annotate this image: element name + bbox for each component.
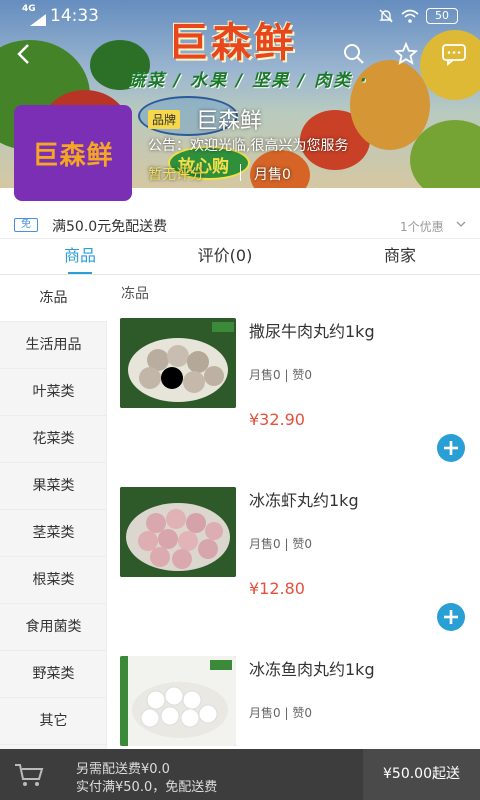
sidebar-item-stem-veg[interactable]: 茎菜类 xyxy=(0,510,107,557)
product-image xyxy=(120,318,236,408)
product-sales: 月售0 xyxy=(249,368,281,382)
category-sidebar: 冻品 生活用品 叶菜类 花菜类 果菜类 茎菜类 根菜类 食用菌类 野菜类 其它 xyxy=(0,275,107,749)
back-button[interactable] xyxy=(8,38,40,70)
tab-bar: 商品 评价(0) 商家 xyxy=(0,238,480,275)
cart-bar: 另需配送费¥0.0 实付满¥50.0，免配送费 ¥50.00起送 xyxy=(0,749,480,800)
product-item[interactable]: 冰冻鱼肉丸约1kg 月售0 | 赞0 xyxy=(107,656,480,749)
tab-reviews[interactable]: 评价(0) xyxy=(160,239,290,275)
sidebar-item-wild-veg[interactable]: 野菜类 xyxy=(0,651,107,698)
store-monthly-sales: 月售0 xyxy=(254,167,291,183)
product-sales: 月售0 xyxy=(249,537,281,551)
tab-products[interactable]: 商品 xyxy=(0,239,160,275)
product-sales: 月售0 xyxy=(249,706,281,720)
sidebar-item-mushrooms[interactable]: 食用菌类 xyxy=(0,604,107,651)
shrimp-ball-image xyxy=(120,487,236,577)
free-delivery-text: 实付满¥50.0，免配送费 xyxy=(76,780,218,795)
back-arrow-icon xyxy=(17,44,29,64)
message-button[interactable] xyxy=(438,38,470,70)
message-icon xyxy=(442,44,466,66)
product-name: 冰冻鱼肉丸约1kg xyxy=(249,660,375,679)
promo-text: 满50.0元免配送费 xyxy=(52,219,168,235)
chevron-down-icon xyxy=(456,221,466,227)
sidebar-item-flower-veg[interactable]: 花菜类 xyxy=(0,416,107,463)
sidebar-item-others[interactable]: 其它 xyxy=(0,698,107,745)
fish-ball-image xyxy=(120,656,236,746)
product-meta: 月售0 | 赞0 xyxy=(249,368,312,382)
product-price: ¥32.90 xyxy=(249,410,305,429)
product-likes: 赞0 xyxy=(292,537,312,551)
star-icon xyxy=(394,42,418,65)
store-logo-text: 巨森鲜 xyxy=(32,140,114,171)
product-name: 冰冻虾丸约1kg xyxy=(249,491,359,510)
product-likes: 赞0 xyxy=(292,368,312,382)
banner-tags: 蔬菜 / 水果 / 坚果 / 肉类 · xyxy=(128,71,369,91)
network-indicator: 4G xyxy=(22,4,36,14)
divider xyxy=(240,164,241,181)
product-image xyxy=(120,487,236,577)
product-list: 冻品 撒尿牛肉丸约1kg 月售0 | 赞0 ¥32.90 冰冻虾丸约1kg 月售… xyxy=(107,275,480,749)
store-logo: 巨森鲜 xyxy=(14,105,132,201)
checkout-button[interactable]: ¥50.00起送 xyxy=(363,749,480,800)
product-likes: 赞0 xyxy=(292,706,312,720)
tab-merchant[interactable]: 商家 xyxy=(320,239,480,275)
signal-icon xyxy=(30,14,46,26)
wifi-icon xyxy=(401,9,419,23)
sidebar-item-leafy-veg[interactable]: 叶菜类 xyxy=(0,369,107,416)
favorite-button[interactable] xyxy=(390,38,422,70)
store-name: 巨森鲜 xyxy=(196,109,263,134)
product-meta: 月售0 | 赞0 xyxy=(249,706,312,720)
store-notice: 公告：欢迎光临,很高兴为您服务 xyxy=(148,138,349,154)
sidebar-item-daily-goods[interactable]: 生活用品 xyxy=(0,322,107,369)
section-title: 冻品 xyxy=(121,286,149,302)
tab-indicator xyxy=(68,272,92,274)
sidebar-item-root-veg[interactable]: 根菜类 xyxy=(0,557,107,604)
search-button[interactable] xyxy=(338,38,370,70)
product-meta: 月售0 | 赞0 xyxy=(249,537,312,551)
product-item[interactable]: 冰冻虾丸约1kg 月售0 | 赞0 ¥12.80 xyxy=(107,487,480,656)
meatball-image xyxy=(120,318,236,408)
search-icon xyxy=(344,44,364,64)
shopping-cart-icon[interactable] xyxy=(14,763,44,787)
product-image xyxy=(120,656,236,746)
store-rating: 暂无评分 xyxy=(148,167,204,183)
sidebar-item-frozen[interactable]: 冻品 xyxy=(0,275,107,322)
clock: 14:33 xyxy=(50,6,99,26)
battery-indicator: 50 xyxy=(426,8,458,24)
status-bar: 4G 14:33 50 xyxy=(0,0,480,32)
promo-count: 1个优惠 xyxy=(400,220,444,234)
product-price: ¥12.80 xyxy=(249,579,305,598)
add-to-cart-button[interactable] xyxy=(437,434,465,462)
free-shipping-tag: 免 xyxy=(14,218,38,232)
mute-bell-icon xyxy=(379,9,393,23)
product-item[interactable]: 撒尿牛肉丸约1kg 月售0 | 赞0 ¥32.90 xyxy=(107,318,480,487)
product-name: 撒尿牛肉丸约1kg xyxy=(249,322,375,341)
brand-badge: 品牌 xyxy=(148,110,181,129)
sidebar-item-fruit-veg[interactable]: 果菜类 xyxy=(0,463,107,510)
delivery-fee-text: 另需配送费¥0.0 xyxy=(76,762,170,777)
promo-bar[interactable]: 免 满50.0元免配送费 1个优惠 xyxy=(0,210,480,238)
add-to-cart-button[interactable] xyxy=(437,603,465,631)
